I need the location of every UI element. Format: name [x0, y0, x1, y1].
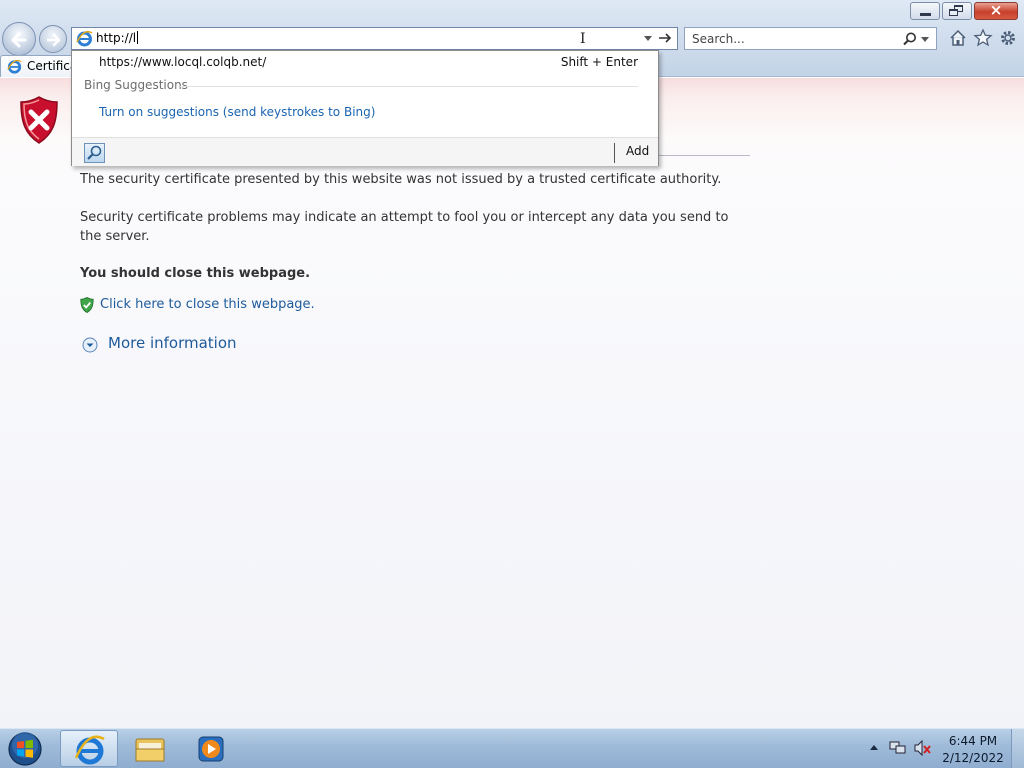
gear-icon[interactable] [998, 28, 1018, 48]
add-button[interactable]: Add [626, 144, 649, 158]
error-shield-icon [20, 96, 58, 144]
minimize-icon [920, 13, 931, 16]
green-shield-check-icon [80, 297, 94, 313]
home-icon[interactable] [948, 28, 968, 48]
page-content: The security certificate presented by th… [0, 78, 1024, 728]
expand-chevron-icon[interactable] [82, 337, 98, 353]
internet-explorer-icon [76, 30, 93, 47]
favorites-star-icon[interactable] [973, 28, 993, 48]
network-icon[interactable] [889, 740, 907, 756]
address-dropdown-icon[interactable] [644, 36, 652, 41]
search-input[interactable]: Search... [692, 32, 745, 46]
volume-muted-icon[interactable] [914, 740, 932, 756]
address-autocomplete-dropdown: https://www.locql.colqb.net/ Shift + Ent… [71, 50, 659, 166]
error-description: The security certificate presented by th… [80, 172, 722, 187]
forward-arrow-icon [46, 33, 61, 47]
autocomplete-footer: Add [72, 137, 658, 166]
show-desktop-button[interactable] [1011, 729, 1024, 768]
forward-button[interactable] [39, 25, 67, 53]
turn-on-suggestions-link[interactable]: Turn on suggestions (send keystrokes to … [99, 105, 375, 119]
close-icon: × [989, 1, 1003, 19]
tab-certificate-error[interactable]: Certificate [0, 55, 76, 77]
restore-icon-front [949, 9, 958, 16]
restore-button[interactable] [942, 2, 972, 20]
search-provider-button[interactable] [84, 143, 105, 163]
clock-time[interactable]: 6:44 PM [940, 734, 1006, 748]
shortcut-hint: Shift + Enter [560, 55, 638, 69]
minimize-button[interactable] [910, 2, 940, 20]
error-warning: Security certificate problems may indica… [80, 210, 729, 244]
search-dropdown-icon[interactable] [921, 37, 929, 42]
window-controls: × [910, 1, 1018, 20]
search-icon[interactable] [902, 31, 918, 47]
suggestions-divider [178, 86, 638, 87]
taskbar-windows-explorer[interactable] [121, 730, 179, 767]
close-advice: You should close this webpage. [80, 266, 311, 281]
address-bar[interactable]: http://l I [71, 27, 678, 50]
address-input[interactable]: http://l [96, 31, 139, 45]
internet-explorer-icon [7, 59, 22, 74]
back-arrow-icon [11, 32, 27, 48]
taskbar: 6:44 PM 2/12/2022 [0, 728, 1024, 768]
text-cursor-icon: I [580, 31, 586, 47]
search-box[interactable]: Search... [684, 27, 937, 50]
windows-explorer-icon [135, 738, 165, 762]
taskbar-internet-explorer[interactable] [60, 730, 118, 767]
show-hidden-icons-icon[interactable] [870, 745, 878, 750]
internet-explorer-icon [74, 735, 105, 765]
tab-label: Certificate [27, 59, 75, 73]
taskbar-media-player[interactable] [182, 730, 240, 767]
search-icon [87, 145, 102, 160]
back-button[interactable] [2, 22, 36, 56]
close-window-button[interactable]: × [974, 1, 1018, 20]
url-suggestion[interactable]: https://www.locql.colqb.net/ [99, 55, 266, 69]
close-webpage-link[interactable]: Click here to close this webpage. [100, 297, 315, 312]
go-arrow-icon[interactable] [657, 30, 673, 46]
footer-separator [614, 143, 615, 163]
clock-date[interactable]: 2/12/2022 [940, 751, 1006, 765]
suggestions-heading: Bing Suggestions [84, 78, 188, 92]
media-player-icon [198, 736, 224, 762]
more-information-link[interactable]: More information [108, 334, 237, 352]
start-button[interactable] [5, 730, 45, 768]
